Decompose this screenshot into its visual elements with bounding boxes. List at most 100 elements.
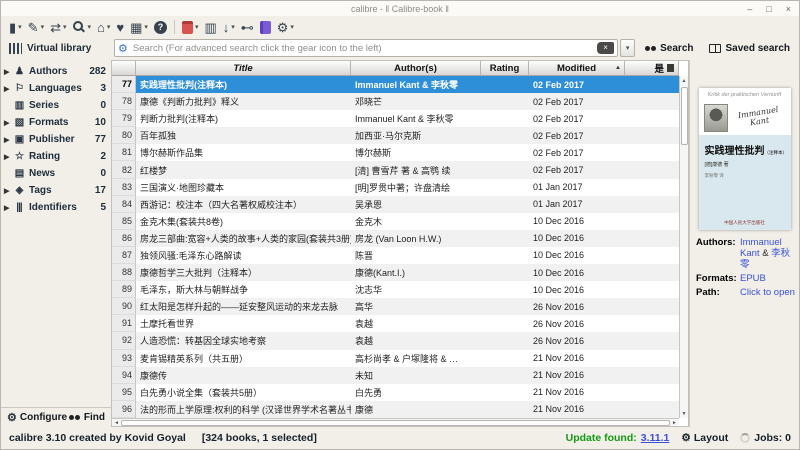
- cell-extra[interactable]: [625, 298, 679, 315]
- cell-authors[interactable]: 吴承恩: [351, 196, 481, 213]
- remove-books-button[interactable]: ▾: [179, 17, 202, 37]
- column-header-authors[interactable]: Author(s): [351, 61, 481, 75]
- table-row[interactable]: 92 人造恐慌：转基因全球实地考察 袁越 26 Nov 2016: [112, 332, 679, 349]
- cell-modified[interactable]: 10 Dec 2016: [529, 230, 625, 247]
- edit-metadata-button[interactable]: ✎ ▾: [25, 17, 47, 37]
- cell-extra[interactable]: [625, 179, 679, 196]
- minimize-button[interactable]: –: [747, 4, 752, 14]
- sidebar-item[interactable]: ▶ ▧ Formats 10: [1, 114, 111, 131]
- cell-authors[interactable]: Immanuel Kant & 李秋零: [351, 76, 481, 93]
- table-row[interactable]: 79 判断力批判(注释本) Immanuel Kant & 李秋零 02 Feb…: [112, 110, 679, 127]
- cell-title[interactable]: 红楼梦: [136, 161, 351, 178]
- table-row[interactable]: 81 博尔赫斯作品集 博尔赫斯 02 Feb 2017: [112, 144, 679, 161]
- preferences-button[interactable]: ⚙ ▾: [274, 17, 297, 37]
- cell-modified[interactable]: 21 Nov 2016: [529, 350, 625, 367]
- cell-modified[interactable]: 02 Feb 2017: [529, 76, 625, 93]
- cell-authors[interactable]: [明]罗贯中著；许盘清绘: [351, 179, 481, 196]
- jobs-button[interactable]: Jobs: 0: [740, 432, 791, 444]
- scroll-up-icon[interactable]: ▲: [682, 76, 687, 85]
- cell-rating[interactable]: [481, 179, 529, 196]
- cell-title[interactable]: 法的形而上学原理:权利的科学 (汉译世界学术名著丛书): [136, 401, 351, 418]
- cell-extra[interactable]: [625, 281, 679, 298]
- sidebar-item[interactable]: ▶ ||| Identifiers 5: [1, 199, 111, 216]
- cell-extra[interactable]: [625, 264, 679, 281]
- expand-arrow-icon[interactable]: ▶: [4, 68, 12, 76]
- cell-authors[interactable]: 未知: [351, 367, 481, 384]
- table-row[interactable]: 95 白先勇小说全集（套装共5册） 白先勇 21 Nov 2016: [112, 384, 679, 401]
- sidebar-item[interactable]: ▶ ▣ Publisher 77: [1, 131, 111, 148]
- cell-authors[interactable]: 房龙 (Van Loon H.W.): [351, 230, 481, 247]
- cell-extra[interactable]: [625, 350, 679, 367]
- cell-title[interactable]: 白先勇小说全集（套装共5册）: [136, 384, 351, 401]
- cell-rating[interactable]: [481, 401, 529, 418]
- sidebar-item[interactable]: ▶ ☆ Rating 2: [1, 148, 111, 165]
- cell-rating[interactable]: [481, 76, 529, 93]
- column-header-modified[interactable]: Modified ▲: [529, 61, 625, 75]
- cell-extra[interactable]: [625, 213, 679, 230]
- column-header-extra[interactable]: 是: [625, 61, 679, 75]
- cell-authors[interactable]: 康德(Kant.I.): [351, 264, 481, 281]
- cell-title[interactable]: 人造恐慌：转基因全球实地考察: [136, 332, 351, 349]
- cell-extra[interactable]: [625, 144, 679, 161]
- cell-extra[interactable]: [625, 93, 679, 110]
- cell-rating[interactable]: [481, 281, 529, 298]
- cell-authors[interactable]: [清] 曹雪芹 著 & 高鹗 续: [351, 161, 481, 178]
- horizontal-scrollbar[interactable]: ◄ ►: [112, 418, 679, 426]
- chevron-down-icon[interactable]: ▾: [144, 23, 148, 31]
- cell-authors[interactable]: 陈晋: [351, 247, 481, 264]
- add-books-button[interactable]: ▮ ▾: [6, 17, 25, 37]
- cell-extra[interactable]: [625, 196, 679, 213]
- cell-extra[interactable]: [625, 332, 679, 349]
- convert-books-button[interactable]: ⇄ ▾: [47, 17, 69, 37]
- table-row[interactable]: 90 红太阳是怎样升起的——延安整风运动的来龙去脉 高华 26 Nov 2016: [112, 298, 679, 315]
- sidebar-item[interactable]: ▤ News 0: [1, 165, 111, 182]
- expand-arrow-icon[interactable]: ▶: [4, 204, 12, 212]
- cell-modified[interactable]: 02 Feb 2017: [529, 161, 625, 178]
- table-row[interactable]: 77 实践理性批判(注释本) Immanuel Kant & 李秋零 02 Fe…: [112, 76, 679, 93]
- cell-rating[interactable]: [481, 264, 529, 281]
- cell-title[interactable]: 房龙三部曲:宽容+人类的故事+人类的家园(套装共3册) (时光文库): [136, 230, 351, 247]
- search-input[interactable]: ⚙ Search (For advanced search click the …: [114, 39, 618, 57]
- table-row[interactable]: 82 红楼梦 [清] 曹雪芹 著 & 高鹗 续 02 Feb 2017: [112, 161, 679, 178]
- chevron-down-icon[interactable]: ▾: [231, 23, 235, 31]
- help-button[interactable]: ?: [151, 17, 170, 37]
- cell-title[interactable]: 土摩托看世界: [136, 315, 351, 332]
- saved-search-button[interactable]: Saved search: [704, 43, 796, 54]
- chevron-down-icon[interactable]: ▾: [195, 23, 199, 31]
- cell-title[interactable]: 实践理性批判(注释本): [136, 76, 351, 93]
- path-link[interactable]: Click to open: [740, 288, 795, 299]
- table-row[interactable]: 89 毛泽东，斯大林与朝鲜战争 沈志华 10 Dec 2016: [112, 281, 679, 298]
- cell-modified[interactable]: 01 Jan 2017: [529, 179, 625, 196]
- cell-title[interactable]: 金克木集(套装共8卷): [136, 213, 351, 230]
- cell-title[interactable]: 独领风骚:毛泽东心路解读: [136, 247, 351, 264]
- cell-extra[interactable]: [625, 161, 679, 178]
- chevron-down-icon[interactable]: ▾: [63, 23, 67, 31]
- cell-authors[interactable]: 博尔赫斯: [351, 144, 481, 161]
- sidebar-item[interactable]: ▥ Series 0: [1, 97, 111, 114]
- cell-extra[interactable]: [625, 367, 679, 384]
- cell-authors[interactable]: 袁越: [351, 332, 481, 349]
- column-header-rating[interactable]: Rating: [481, 61, 529, 75]
- cell-modified[interactable]: 26 Nov 2016: [529, 315, 625, 332]
- cell-modified[interactable]: 21 Nov 2016: [529, 367, 625, 384]
- scrollbar-thumb[interactable]: [681, 87, 688, 145]
- cell-extra[interactable]: [625, 230, 679, 247]
- cell-rating[interactable]: [481, 230, 529, 247]
- fetch-news-button[interactable]: ▦ ▾: [127, 17, 151, 37]
- chevron-down-icon[interactable]: ▾: [88, 23, 92, 31]
- cell-title[interactable]: 麦肯锡精英系列（共五册）: [136, 350, 351, 367]
- table-row[interactable]: 78 康德《判断力批判》释义 邓晓芒 02 Feb 2017: [112, 93, 679, 110]
- cell-rating[interactable]: [481, 247, 529, 264]
- cell-title[interactable]: 百年孤独: [136, 127, 351, 144]
- scroll-right-icon[interactable]: ►: [672, 420, 677, 426]
- expand-arrow-icon[interactable]: ▶: [4, 136, 12, 144]
- cell-rating[interactable]: [481, 213, 529, 230]
- cell-rating[interactable]: [481, 315, 529, 332]
- table-row[interactable]: 80 百年孤独 加西亚·马尔克斯 02 Feb 2017: [112, 127, 679, 144]
- search-history-dropdown[interactable]: ▾: [620, 39, 635, 57]
- column-header-number[interactable]: [112, 61, 136, 75]
- cell-rating[interactable]: [481, 367, 529, 384]
- cell-rating[interactable]: [481, 144, 529, 161]
- cell-modified[interactable]: 02 Feb 2017: [529, 127, 625, 144]
- cell-rating[interactable]: [481, 298, 529, 315]
